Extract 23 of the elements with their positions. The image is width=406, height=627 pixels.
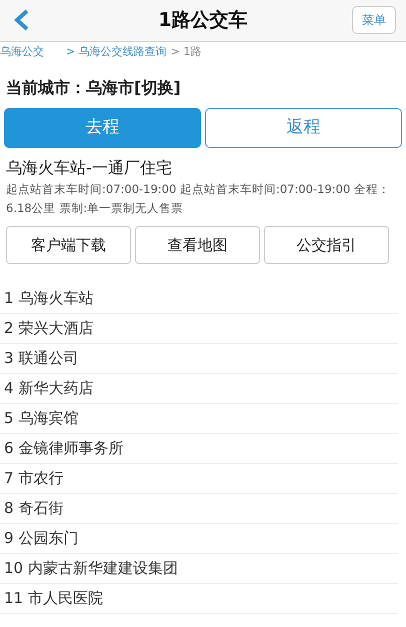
action-button[interactable]: 查看地图 [135,226,260,264]
stop-item[interactable]: 1 乌海火车站 [0,284,398,314]
stop-item[interactable]: 5 乌海宾馆 [0,404,398,434]
stop-item[interactable]: 6 金镜律师事务所 [0,434,398,464]
action-button[interactable]: 公交指引 [264,226,389,264]
city-heading: 当前城市：乌海市[切换] [5,77,182,99]
stop-item[interactable]: 4 新华大药店 [0,374,398,404]
breadcrumb-link[interactable]: > 乌海公交线路查询 [66,44,167,60]
stop-item[interactable]: 8 奇石街 [0,494,398,524]
stop-item[interactable]: 7 市农行 [0,464,398,494]
stop-item[interactable]: 3 联通公司 [0,344,398,374]
menu-button[interactable]: 菜单 [352,6,396,34]
direction-tab[interactable]: 返程 [205,108,402,148]
stop-item[interactable]: 11 市人民医院 [0,584,398,614]
route-info: 起点站首末车时间:07:00-19:00 起点站首末车时间:07:00-19:00 全程：6.18公里 票制:单一票制无人售票 [5,181,391,217]
page-title: 1路公交车 [158,8,248,34]
route-title: 乌海火车站-一通厂住宅 [5,157,173,179]
stop-item[interactable]: 2 荣兴大酒店 [0,314,398,344]
stop-item[interactable]: 9 公园东门 [0,524,398,554]
action-button[interactable]: 客户端下载 [6,226,131,264]
stop-item[interactable]: 10 内蒙古新华建建设集团 [0,554,398,584]
breadcrumb-link[interactable]: 乌海公交 [0,44,44,60]
breadcrumb-current: > 1路 [170,44,202,60]
